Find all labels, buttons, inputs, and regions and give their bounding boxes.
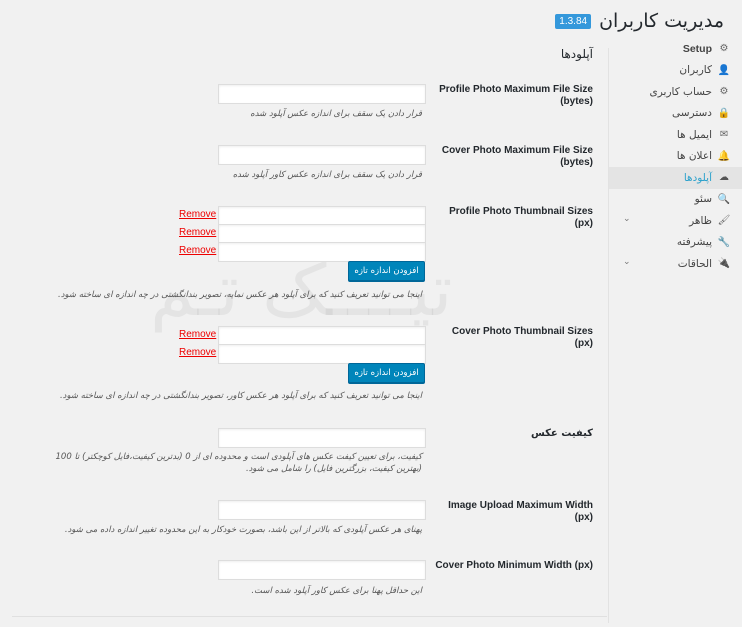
profile-thumb-size-input[interactable] [218, 206, 426, 226]
profile-thumb-sizes-label: Profile Photo Thumbnail Sizes (px) [449, 206, 593, 229]
cover-max-size-input[interactable] [218, 145, 426, 165]
add-cover-thumb-size-button[interactable]: افزودن اندازه تازه [348, 363, 425, 383]
sidebar-item[interactable]: 🔧 پیشرفته [609, 232, 742, 254]
sidebar-item-label: ایمیل ها [676, 128, 712, 141]
brush-icon: 🖌 [717, 215, 731, 227]
cover-max-size-label: Cover Photo Maximum File Size (bytes) [433, 145, 593, 169]
label-line: (bytes) [560, 157, 593, 168]
sidebar-item[interactable]: 🔒 دسترسی [609, 103, 742, 125]
label-line: (bytes) [560, 96, 593, 107]
image-max-width-desc: پهنای هر عکس آپلودی که بالاتر از این باش… [64, 525, 422, 535]
image-quality-label: کیفیت عکس [530, 428, 593, 439]
image-quality-input[interactable] [218, 428, 426, 448]
remove-link[interactable]: Remove [179, 245, 216, 256]
cover-max-size-desc: قرار دادن یک سقف برای اندازه عکس کاور آپ… [232, 170, 422, 180]
sidebar-item-label: حساب کاربری [649, 85, 712, 98]
sidebar-item[interactable]: 🔍 سئو [609, 189, 742, 211]
envelope-icon: ✉ [719, 129, 729, 141]
profile-thumb-sizes-desc: اینجا می توانید تعریف کنید که برای آپلود… [58, 290, 422, 300]
sidebar-item[interactable]: ⚙ حساب کاربری [609, 81, 742, 103]
profile-max-size-label: Profile Photo Maximum File Size (bytes) [433, 84, 593, 108]
sidebar-item[interactable]: 👤 کاربران [609, 60, 742, 82]
gear-icon: ⚙ [719, 86, 729, 98]
sidebar-item-label: کاربران [679, 64, 712, 77]
sidebar-item-label: Setup [682, 42, 712, 55]
cover-thumb-size-input[interactable] [218, 326, 426, 346]
label-line: Cover Photo Maximum File Size [441, 145, 593, 156]
profile-thumb-size-input[interactable] [218, 224, 426, 244]
remove-link[interactable]: Remove [179, 329, 216, 340]
cover-thumb-sizes-label: Cover Photo Thumbnail Sizes (px) [451, 326, 593, 349]
page-header: مدیریت کاربران 1.3.84 [555, 8, 724, 34]
sidebar-item-label: ظاهر [689, 214, 712, 227]
remove-link[interactable]: Remove [179, 347, 216, 358]
sidebar-item-label: دسترسی [672, 107, 712, 120]
profile-thumb-size-input[interactable] [218, 242, 426, 262]
sidebar-item-label: اعلان ها [676, 150, 712, 163]
search-icon: 🔍 [717, 193, 731, 205]
cover-thumb-size-input[interactable] [218, 344, 426, 364]
section-title: آپلودها [560, 47, 593, 61]
settings-sidebar: ⚙ Setup 👤 کاربران ⚙ حساب کاربری 🔒 دسترسی ✉ ایمیل … [609, 38, 742, 275]
label-line: Profile Photo Maximum File Size [439, 84, 593, 95]
bell-icon: 🔔 [717, 150, 731, 162]
image-quality-desc: کیفیت، برای تعیین کیفت عکس های آپلودی اس… [52, 451, 422, 475]
page-title: مدیریت کاربران [599, 10, 724, 32]
remove-link[interactable]: Remove [179, 209, 216, 220]
desc-line: (بهترین کیفیت، بزرگترین فایل) را شامل می… [245, 464, 422, 474]
sidebar-item[interactable]: ☁ آپلودها [609, 167, 742, 189]
main-content: تیــــک تـم آپلودها Profile Photo Maximu… [0, 38, 608, 627]
chevron-down-icon[interactable]: ⌄ [623, 214, 631, 224]
sidebar-item-label: سئو [694, 193, 712, 206]
profile-max-size-input[interactable] [218, 84, 426, 104]
profile-max-size-desc: قرار دادن یک سقف برای اندازه عکس آپلود ش… [250, 109, 422, 119]
image-max-width-label: Image Upload Maximum Width (px) [448, 500, 593, 523]
sidebar-item[interactable]: 🔔 اعلان ها [609, 146, 742, 168]
cover-min-width-input[interactable] [218, 560, 426, 580]
sidebar-item-label: الحاقات [677, 257, 712, 270]
section-divider [12, 616, 607, 617]
sidebar-item[interactable]: 🖌 ظاهر ⌄ [609, 210, 742, 232]
cover-min-width-label: Cover Photo Minimum Width (px) [435, 560, 593, 571]
cover-min-width-desc: این حداقل پهنا برای عکس کاور آپلود شده ا… [251, 586, 422, 596]
sidebar-item-label: پیشرفته [676, 236, 712, 249]
sidebar-item[interactable]: 🔌 الحاقات ⌄ [609, 253, 742, 275]
sidebar-divider [608, 48, 609, 623]
gear-icon: ⚙ [719, 43, 729, 55]
image-max-width-input[interactable] [218, 500, 426, 520]
add-profile-thumb-size-button[interactable]: افزودن اندازه تازه [348, 261, 425, 281]
sidebar-item[interactable]: ✉ ایمیل ها [609, 124, 742, 146]
lock-icon: 🔒 [717, 107, 731, 119]
plug-icon: 🔌 [717, 258, 731, 270]
version-badge: 1.3.84 [555, 13, 592, 29]
wrench-icon: 🔧 [717, 236, 731, 248]
desc-line: کیفیت، برای تعیین کیفت عکس های آپلودی اس… [55, 452, 422, 462]
remove-link[interactable]: Remove [179, 227, 216, 238]
cloud-upload-icon: ☁ [719, 172, 729, 184]
sidebar-item[interactable]: ⚙ Setup [609, 38, 742, 60]
sidebar-item-label: آپلودها [683, 171, 712, 184]
cover-thumb-sizes-desc: اینجا می توانید تعریف کنید که برای آپلود… [59, 391, 422, 401]
chevron-down-icon[interactable]: ⌄ [623, 257, 631, 267]
user-icon: 👤 [717, 64, 731, 76]
